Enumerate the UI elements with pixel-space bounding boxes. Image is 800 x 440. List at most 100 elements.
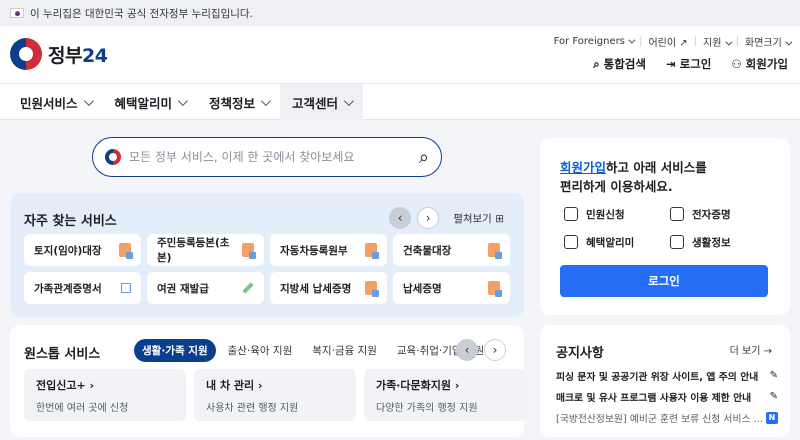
nav-benefit-alert[interactable]: 혜택알리미 <box>103 84 198 120</box>
grid-icon: ⊞ <box>495 212 504 225</box>
search-icon: ⌕ <box>593 56 600 71</box>
main-nav: 민원서비스 혜택알리미 정책정보 고객센터 <box>0 84 800 120</box>
signup-inline-link[interactable]: 회원가입 <box>560 160 606 175</box>
prev-arrow-icon[interactable]: ‹ <box>456 339 478 361</box>
benefit-item: 생활정보 <box>670 233 776 251</box>
login-benefits: 민원신청 전자증명 혜택알리미 생활정보 <box>564 205 776 251</box>
document-icon <box>365 281 379 297</box>
service-card[interactable]: 납세증명 <box>393 272 510 304</box>
notice-item[interactable]: 피싱 문자 및 공공기관 위장 사이트, 앱 주의 안내 ✎ <box>556 365 778 386</box>
chevron-down-icon <box>628 36 636 44</box>
certificate-icon <box>670 207 684 221</box>
logo-text: 정부24 <box>48 44 108 67</box>
external-link-icon <box>121 283 131 293</box>
pen-icon <box>242 282 254 294</box>
service-card[interactable]: 토지(임야)대장 <box>24 234 141 266</box>
benefit-item: 전자증명 <box>670 205 776 223</box>
gov-banner-text: 이 누리집은 대한민국 공식 전자정부 누리집입니다. <box>30 7 253 20</box>
for-foreigners-link[interactable]: For Foreigners <box>554 36 636 47</box>
onestop-card[interactable]: 내 차 관리 › 사용차 관련 행정 지원 <box>194 369 356 421</box>
frequent-services-panel: 자주 찾는 서비스 ‹ › 펼쳐보기 ⊞ 토지(임야)대장 주민등록등본(초본)… <box>10 193 524 317</box>
signup-link[interactable]: ⚇ 회원가입 <box>731 56 788 72</box>
tab-birth-childcare[interactable]: 출산·육아 지원 <box>220 339 301 362</box>
kids-link[interactable]: 어린이 ↗ <box>648 34 687 49</box>
service-card[interactable]: 여권 재발급 <box>147 272 264 304</box>
integrated-search-button[interactable]: ⌕ 통합검색 <box>593 56 646 72</box>
document-icon <box>242 243 256 259</box>
onestop-controls: ‹ › <box>456 339 506 361</box>
service-card[interactable]: 건축물대장 <box>393 234 510 266</box>
korea-flag-icon <box>10 8 24 18</box>
chevron-down-icon <box>261 95 271 106</box>
notice-panel: 공지사항 더 보기 → 피싱 문자 및 공공기관 위장 사이트, 앱 주의 안내… <box>540 325 790 437</box>
next-arrow-icon[interactable]: › <box>484 339 506 361</box>
taegeuk-logo-icon <box>10 38 42 70</box>
document-icon <box>488 281 502 297</box>
notice-item[interactable]: 매크로 및 유사 프로그램 사용자 이용 제한 안내 ✎ <box>556 386 778 407</box>
service-card[interactable]: 자동차등록원부 <box>270 234 387 266</box>
notice-title: 공지사항 <box>556 346 604 361</box>
tab-life-family[interactable]: 생활·가족 지원 <box>134 339 216 362</box>
envelope-check-icon <box>564 207 578 221</box>
login-panel: 회원가입하고 아래 서비스를 편리하게 이용하세요. 민원신청 전자증명 혜택알… <box>540 138 790 315</box>
search-input[interactable] <box>129 150 411 164</box>
notice-list: 피싱 문자 및 공공기관 위장 사이트, 앱 주의 안내 ✎ 매크로 및 유사 프… <box>556 365 778 428</box>
chevron-down-icon <box>83 95 94 106</box>
notice-more-link[interactable]: 더 보기 → <box>730 342 772 357</box>
gift-icon <box>564 235 578 249</box>
nav-civil-service[interactable]: 민원서비스 <box>8 84 103 120</box>
chevron-down-icon <box>725 38 733 46</box>
search-bar: ⌕ <box>92 137 442 177</box>
login-icon: ⇥ <box>665 57 676 71</box>
frequent-services-grid: 토지(임야)대장 주민등록등본(초본) 자동차등록원부 건축물대장 가족관계증명… <box>24 234 510 304</box>
search-icon[interactable]: ⌕ <box>419 147 429 168</box>
notice-item[interactable]: [국방전산정보원] 예비군 훈련 보류 신청 서비스 ... N <box>556 407 778 428</box>
onestop-cards: 전입신고+ › 한번에 여러 곳에 신청 내 차 관리 › 사용차 관련 행정 지원… <box>24 369 526 421</box>
arrow-right-icon: → <box>763 346 772 357</box>
gov24-logo[interactable]: 정부24 <box>10 38 108 70</box>
service-card[interactable]: 지방세 납세증명 <box>270 272 387 304</box>
new-badge: N <box>766 411 778 424</box>
document-icon <box>488 243 502 259</box>
service-card[interactable]: 주민등록등본(초본) <box>147 234 264 266</box>
frequent-services-title: 자주 찾는 서비스 <box>24 214 117 229</box>
chevron-down-icon <box>177 95 188 106</box>
utility-main: ⌕ 통합검색 ⇥ 로그인 ⚇ 회원가입 <box>593 56 788 72</box>
nav-customer-center[interactable]: 고객센터 <box>280 84 364 120</box>
pin-icon: ✎ <box>769 391 778 402</box>
benefit-item: 혜택알리미 <box>564 233 670 251</box>
support-link[interactable]: 지원 <box>703 34 733 49</box>
onestop-card[interactable]: 가족·다문화지원 › 다양한 가족의 행정 지원 <box>364 369 526 421</box>
chevron-right-icon: › <box>257 379 263 392</box>
prev-arrow-icon[interactable]: ‹ <box>389 207 412 229</box>
next-arrow-icon[interactable]: › <box>417 207 440 229</box>
chevron-down-icon <box>344 95 354 106</box>
login-button[interactable]: 로그인 <box>560 265 768 297</box>
onestop-service-panel: 원스톱 서비스 생활·가족 지원 출산·육아 지원 복지·금융 지원 교육·취업… <box>10 325 526 437</box>
pin-icon: ✎ <box>769 370 778 381</box>
login-link[interactable]: ⇥ 로그인 <box>666 56 711 72</box>
chevron-right-icon: › <box>454 379 460 392</box>
gov-banner: 이 누리집은 대한민국 공식 전자정부 누리집입니다. <box>0 0 800 26</box>
tab-welfare-finance[interactable]: 복지·금융 지원 <box>304 339 385 362</box>
utility-links: For Foreigners | 어린이 ↗ | 지원 | 화면크기 <box>554 34 793 49</box>
nav-policy-info[interactable]: 정책정보 <box>197 84 280 120</box>
login-panel-heading: 회원가입하고 아래 서비스를 편리하게 이용하세요. <box>560 160 707 194</box>
taegeuk-icon <box>105 149 121 165</box>
book-icon <box>670 235 684 249</box>
benefit-item: 민원신청 <box>564 205 670 223</box>
screen-size-link[interactable]: 화면크기 <box>745 34 793 49</box>
document-icon <box>119 243 133 259</box>
chevron-right-icon: › <box>89 379 95 392</box>
header: 정부24 For Foreigners | 어린이 ↗ | 지원 | 화면크기 … <box>0 26 800 84</box>
onestop-tabs: 생활·가족 지원 출산·육아 지원 복지·금융 지원 교육·취업·기업 지원 <box>134 339 492 362</box>
frequent-controls: ‹ › 펼쳐보기 ⊞ <box>389 207 504 229</box>
expand-view-button[interactable]: 펼쳐보기 ⊞ <box>453 211 504 226</box>
user-plus-icon: ⚇ <box>731 57 742 71</box>
service-card[interactable]: 가족관계증명서 <box>24 272 141 304</box>
onestop-card[interactable]: 전입신고+ › 한번에 여러 곳에 신청 <box>24 369 186 421</box>
external-link-icon: ↗ <box>679 38 688 49</box>
document-icon <box>365 243 379 259</box>
onestop-title: 원스톱 서비스 <box>24 347 101 362</box>
chevron-down-icon <box>785 38 793 46</box>
